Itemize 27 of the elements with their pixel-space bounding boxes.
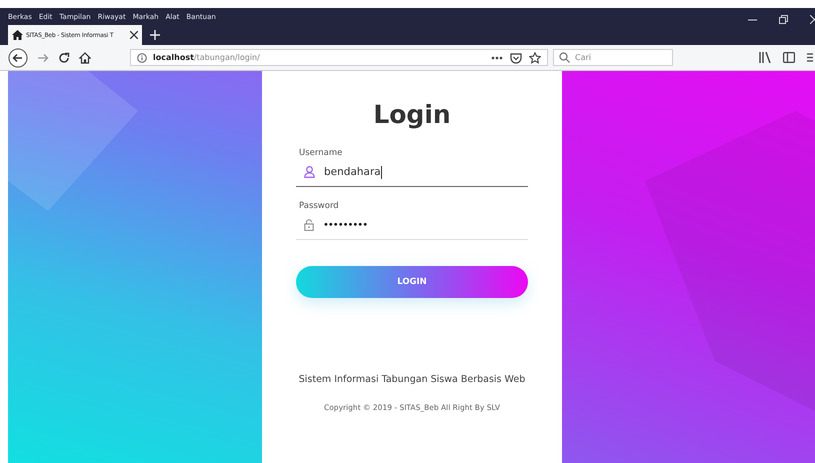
new-tab-icon[interactable]	[150, 30, 160, 40]
search-icon	[559, 52, 570, 63]
input-field[interactable]: bendahara	[296, 158, 528, 187]
star-icon[interactable]	[529, 52, 541, 64]
back-icon[interactable]	[8, 48, 28, 68]
sidebar-icon[interactable]	[783, 52, 795, 63]
footer-text: Sistem Informasi Tabungan Siswa Berbasis Web	[298, 374, 526, 385]
close-icon[interactable]	[130, 31, 138, 39]
login-button[interactable]: LOGIN	[296, 266, 528, 298]
input-field[interactable]: •••••••••	[296, 211, 528, 240]
field-label: Username	[299, 148, 344, 158]
forward-icon[interactable]	[37, 52, 49, 64]
search-field[interactable]: Cari	[553, 49, 673, 66]
restore-icon[interactable]	[779, 15, 788, 24]
home-icon[interactable]	[79, 52, 91, 64]
reload-icon[interactable]	[58, 52, 70, 64]
library-icon[interactable]	[759, 52, 771, 63]
info-icon	[137, 52, 147, 62]
home-icon	[12, 30, 23, 40]
login-title: Login	[373, 99, 451, 131]
address-bar[interactable]: localhost/tabungan/login/	[130, 49, 548, 66]
menu-icon[interactable]	[807, 52, 813, 63]
field-label: Password	[299, 201, 340, 211]
lock-icon	[304, 219, 314, 231]
user-icon	[304, 166, 315, 178]
pocket-icon[interactable]	[510, 52, 522, 64]
more-icon[interactable]	[491, 56, 503, 60]
